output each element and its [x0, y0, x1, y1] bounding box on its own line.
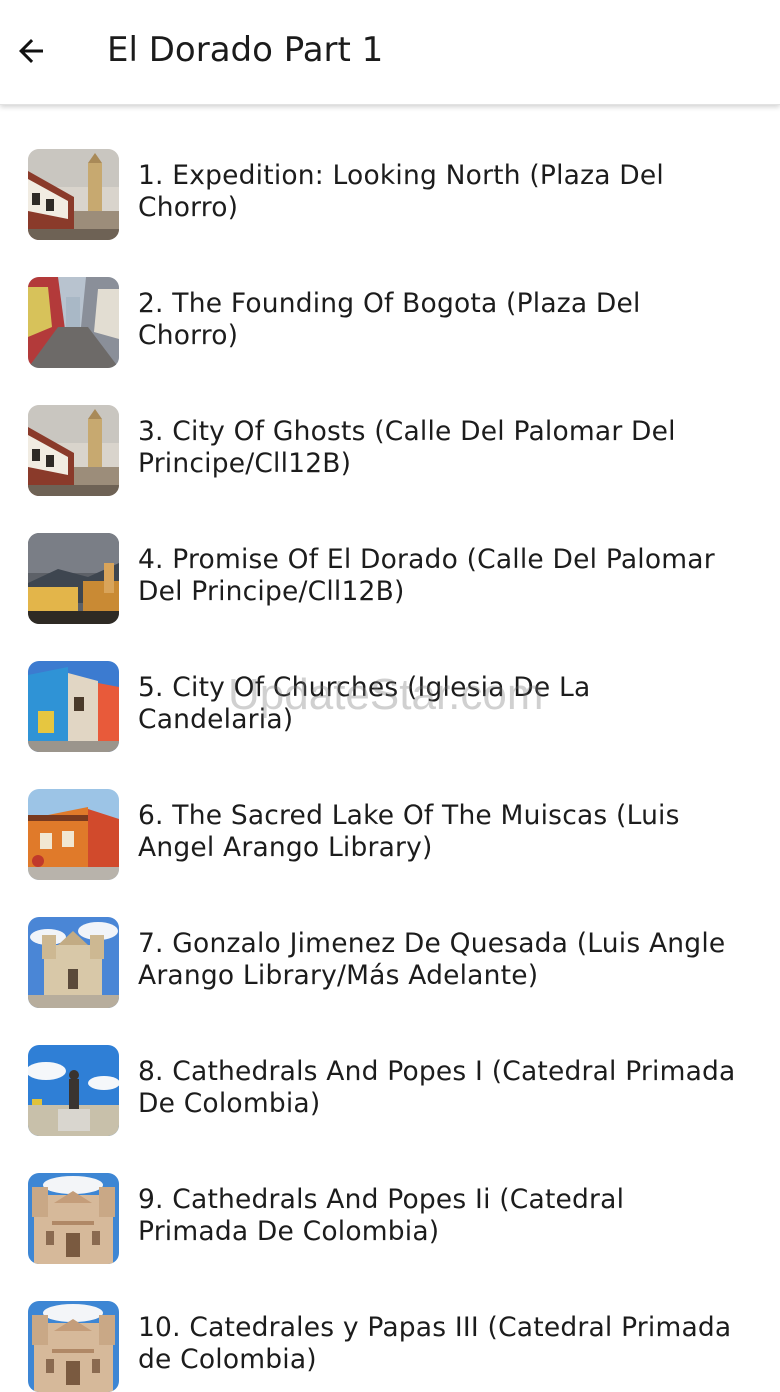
item-title: 2. The Founding Of Bogota (Plaza Del Cho… — [138, 288, 641, 351]
colonial-street-tower-photo — [28, 405, 119, 496]
item-title: 7. Gonzalo Jimenez De Quesada (Luis Angl… — [138, 928, 726, 991]
list-item[interactable]: 4. Promise Of El Dorado (Calle Del Palom… — [0, 488, 780, 624]
app-bar: El Dorado Part 1 — [0, 0, 780, 105]
item-title: 1. Expedition: Looking North (Plaza Del … — [138, 160, 664, 223]
page-title: El Dorado Part 1 — [107, 30, 384, 70]
item-title: 10. Catedrales y Papas III (Catedral Pri… — [138, 1312, 732, 1375]
item-title: 4. Promise Of El Dorado (Calle Del Palom… — [138, 544, 715, 607]
item-title: 8. Cathedrals And Popes I (Catedral Prim… — [138, 1056, 736, 1119]
orange-house-photo — [28, 789, 119, 880]
list-item[interactable]: 10. Catedrales y Papas III (Catedral Pri… — [0, 1256, 780, 1392]
item-title: 6. The Sacred Lake Of The Muiscas (Luis … — [138, 800, 680, 863]
cobblestone-street-photo — [28, 277, 119, 368]
list-item[interactable]: 3. City Of Ghosts (Calle Del Palomar Del… — [0, 360, 780, 496]
cathedral-facade-photo — [28, 1301, 119, 1392]
list-item[interactable]: 9. Cathedrals And Popes Ii (Catedral Pri… — [0, 1128, 780, 1264]
list-item[interactable]: 1. Expedition: Looking North (Plaza Del … — [0, 104, 780, 240]
item-title: 9. Cathedrals And Popes Ii (Catedral Pri… — [138, 1184, 625, 1247]
cathedral-plaza-photo — [28, 917, 119, 1008]
item-title: 3. City Of Ghosts (Calle Del Palomar Del… — [138, 416, 676, 479]
arrow-left-icon — [19, 39, 43, 63]
list-item[interactable]: 7. Gonzalo Jimenez De Quesada (Luis Angl… — [0, 872, 780, 1008]
item-title: 5. City Of Churches (Iglesia De La Cande… — [138, 672, 591, 735]
colonial-street-tower-photo — [28, 149, 119, 240]
colorful-houses-photo — [28, 661, 119, 752]
statue-sky-photo — [28, 1045, 119, 1136]
list-item[interactable]: 8. Cathedrals And Popes I (Catedral Prim… — [0, 1000, 780, 1136]
cathedral-facade-photo — [28, 1173, 119, 1264]
list-item[interactable]: 5. City Of Churches (Iglesia De La Cande… — [0, 616, 780, 752]
list-item[interactable]: 6. The Sacred Lake Of The Muiscas (Luis … — [0, 744, 780, 880]
back-button[interactable] — [8, 28, 54, 74]
list-item[interactable]: 2. The Founding Of Bogota (Plaza Del Cho… — [0, 232, 780, 368]
stormy-sky-town-photo — [28, 533, 119, 624]
